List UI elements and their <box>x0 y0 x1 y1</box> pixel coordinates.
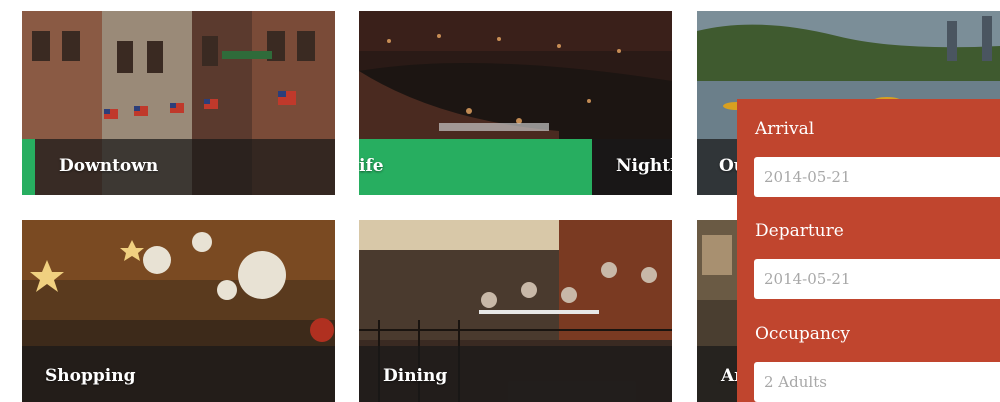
green-accent-strip <box>22 139 35 195</box>
departure-label: Departure <box>755 221 844 241</box>
tile-label: Downtown <box>59 156 159 176</box>
occupancy-select[interactable]: 2 Adults <box>754 362 1000 402</box>
occupancy-label: Occupancy <box>755 324 851 344</box>
tile-shopping[interactable]: Shopping <box>22 220 335 402</box>
booking-panel: Arrival 2014-05-21 Departure 2014-05-21 … <box>737 99 1000 402</box>
tile-label: Nightli <box>616 156 672 176</box>
green-slide-bar <box>359 139 592 195</box>
arrival-date-input[interactable]: 2014-05-21 <box>754 157 1000 197</box>
tile-nightlife[interactable]: ife Nightli <box>359 11 672 195</box>
tile-downtown[interactable]: Downtown <box>22 11 335 195</box>
tile-label-fragment: ife <box>359 156 384 176</box>
arrival-label: Arrival <box>755 119 815 139</box>
tile-label: Dining <box>383 366 448 386</box>
tile-dining[interactable]: Dining <box>359 220 672 402</box>
tile-label: Shopping <box>45 366 136 386</box>
departure-date-input[interactable]: 2014-05-21 <box>754 259 1000 299</box>
